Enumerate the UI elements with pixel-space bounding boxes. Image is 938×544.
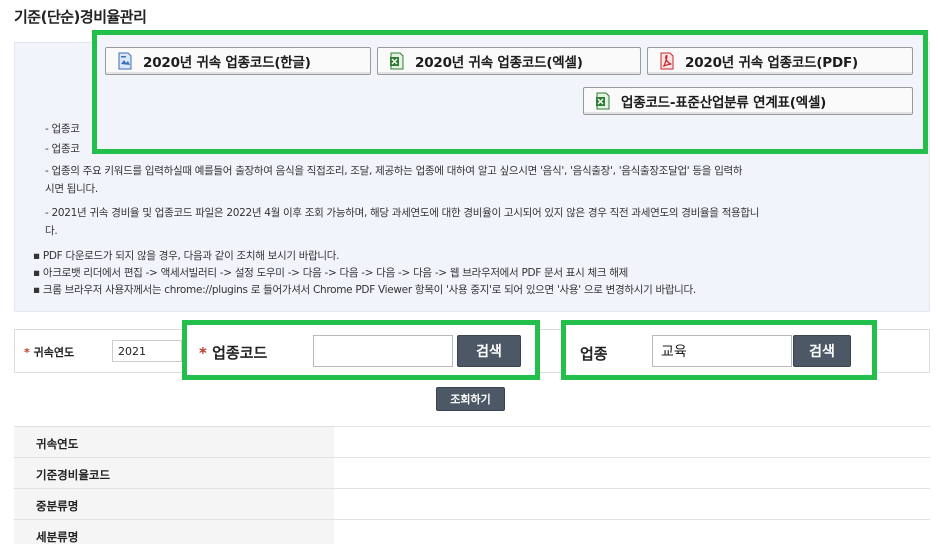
- table-header-cell: 세분류명: [14, 520, 334, 544]
- table-row: 세분류명: [14, 519, 930, 544]
- table-header-cell: 귀속연도: [14, 427, 334, 457]
- excel-file-icon: [389, 52, 405, 70]
- table-value-cell: [334, 458, 930, 488]
- code-label-text: 업종코드: [212, 344, 268, 362]
- download-mapping-excel-button[interactable]: 업종코드-표준산업분류 연계표(엑셀): [583, 87, 913, 115]
- download-panel-highlight: 2020년 귀속 업종코드(한글) 2020년 귀속 업종코드(엑셀) 2020…: [92, 30, 928, 154]
- table-header-cell: 중분류명: [14, 489, 334, 519]
- page-title: 기준(단순)경비율관리: [14, 8, 147, 26]
- download-pdf-label: 2020년 귀속 업종코드(PDF): [685, 55, 858, 71]
- industry-label: 업종: [580, 345, 608, 363]
- year-select-value: 2021: [118, 345, 146, 358]
- info-text: - 업종코: [45, 123, 80, 135]
- excel-file-icon: [595, 92, 611, 110]
- pdf-file-icon: [659, 52, 675, 70]
- code-input[interactable]: [313, 335, 453, 367]
- info-text: 다.: [45, 225, 58, 237]
- table-value-cell: [334, 489, 930, 519]
- info-text: - 2021년 귀속 경비율 및 업종코드 파일은 2022년 4월 이후 조회…: [45, 207, 760, 219]
- info-bullet: ▪ PDF 다운로드가 되지 않을 경우, 다음과 같이 조치해 보시기 바랍니…: [33, 250, 340, 262]
- info-bullet: ▪ 크롬 브라우저 사용자께서는 chrome://plugins 로 들어가셔…: [33, 284, 696, 296]
- submit-query-button[interactable]: 조회하기: [436, 387, 505, 411]
- year-label-text: 귀속연도: [33, 346, 75, 359]
- year-label: * 귀속연도: [24, 344, 74, 360]
- download-excel-button[interactable]: 2020년 귀속 업종코드(엑셀): [377, 47, 641, 75]
- table-header-cell: 기준경비율코드: [14, 458, 334, 488]
- code-search-button[interactable]: 검색: [457, 335, 521, 367]
- table-row: 중분류명: [14, 488, 930, 519]
- table-value-cell: [334, 520, 930, 544]
- download-hwp-button[interactable]: 2020년 귀속 업종코드(한글): [105, 47, 371, 75]
- required-mark: *: [24, 346, 30, 359]
- info-bullet: ▪ 아크로뱃 리더에서 편집 -> 액세서빌러티 -> 설정 도우미 -> 다음…: [33, 267, 629, 279]
- industry-search-button[interactable]: 검색: [793, 335, 851, 367]
- info-text: - 업종코: [45, 143, 80, 155]
- table-value-cell: [334, 427, 930, 457]
- download-hwp-label: 2020년 귀속 업종코드(한글): [143, 55, 311, 71]
- industry-search-highlight: 업종 검색: [561, 320, 877, 380]
- download-mapping-label: 업종코드-표준산업분류 연계표(엑셀): [621, 95, 827, 111]
- code-label: * 업종코드: [199, 342, 267, 363]
- result-table: 귀속연도 기준경비율코드 중분류명 세분류명: [14, 426, 930, 544]
- download-pdf-button[interactable]: 2020년 귀속 업종코드(PDF): [647, 47, 913, 75]
- hwp-file-icon: [117, 52, 133, 70]
- info-text: 시면 됩니다.: [45, 183, 98, 195]
- year-select[interactable]: 2021: [112, 340, 182, 362]
- table-row: 귀속연도: [14, 426, 930, 457]
- info-bullet-text: 크롬 브라우저 사용자께서는 chrome://plugins 로 들어가셔서 …: [42, 284, 696, 296]
- table-row: 기준경비율코드: [14, 457, 930, 488]
- info-text: - 업종의 주요 키워드를 입력하실때 예를들어 출장하여 음식을 직접조리, …: [45, 165, 743, 177]
- required-mark: *: [199, 344, 207, 362]
- download-excel-label: 2020년 귀속 업종코드(엑셀): [415, 55, 583, 71]
- industry-input[interactable]: [652, 335, 792, 367]
- info-bullet-text: 아크로뱃 리더에서 편집 -> 액세서빌러티 -> 설정 도우미 -> 다음 -…: [42, 267, 629, 279]
- info-bullet-text: PDF 다운로드가 되지 않을 경우, 다음과 같이 조치해 보시기 바랍니다.: [42, 250, 340, 262]
- code-search-highlight: * 업종코드 검색: [182, 320, 540, 380]
